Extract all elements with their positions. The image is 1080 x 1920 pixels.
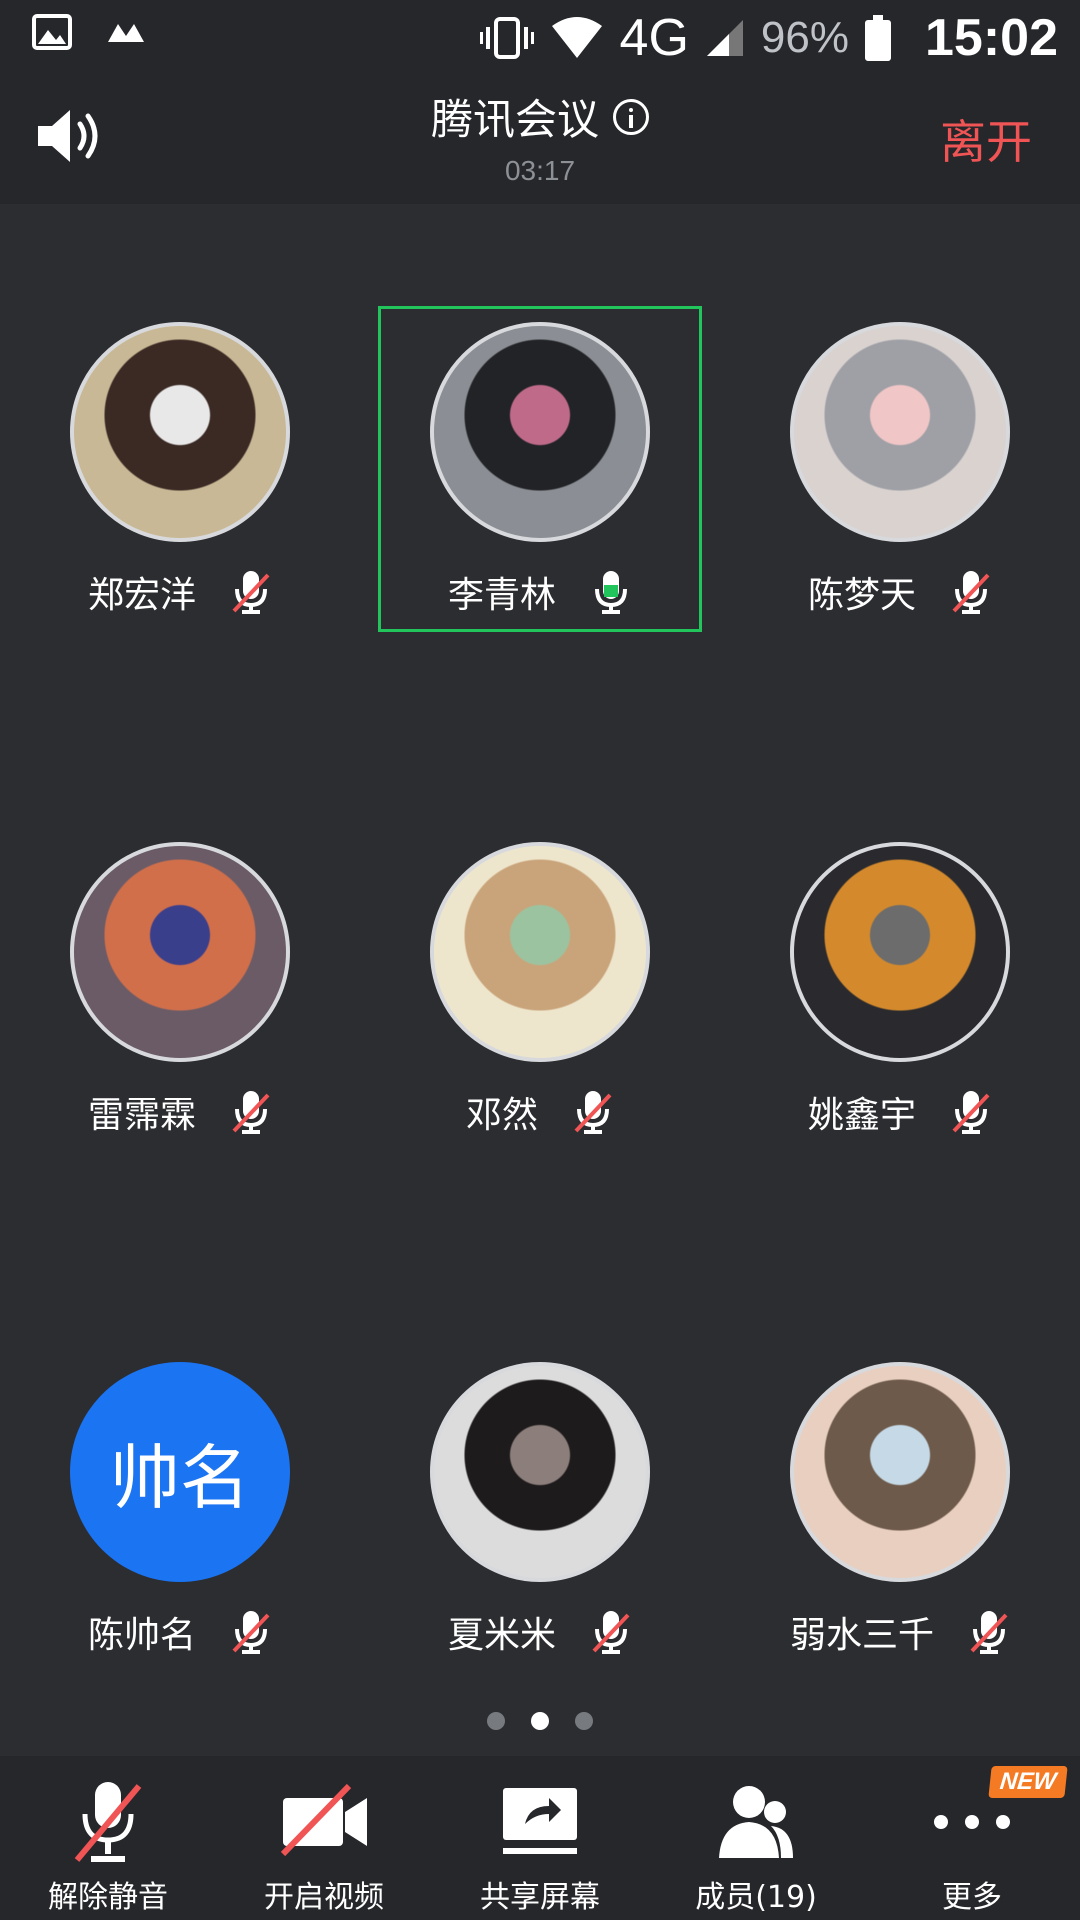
members-label: 成员(19)	[695, 1880, 817, 1915]
participant-tile[interactable]: 弱水三千	[740, 1344, 1060, 1664]
mic-muted-icon	[230, 1089, 272, 1135]
participant-name: 陈梦天	[807, 575, 916, 616]
participant-tile[interactable]: 郑宏洋	[20, 304, 340, 624]
initials-avatar: 帅名	[70, 1362, 290, 1582]
participant-name-row: 陈梦天	[740, 566, 1060, 618]
battery-icon	[865, 15, 891, 61]
page-dot[interactable]	[575, 1712, 593, 1730]
signal-wave-icon	[108, 24, 144, 42]
meeting-header: 腾讯会议 03:17 离开	[0, 76, 1080, 204]
image-icon	[32, 14, 72, 50]
avatar	[790, 1362, 1010, 1582]
info-icon[interactable]	[613, 98, 649, 135]
status-bar: 4G 96% 15:02	[0, 0, 1080, 76]
page-dot[interactable]	[487, 1712, 505, 1730]
participant-name-row: 郑宏洋	[20, 566, 340, 618]
participant-name: 姚鑫宇	[807, 1095, 916, 1136]
participant-name-row: 夏米米	[380, 1606, 700, 1658]
active-speaker-frame	[378, 306, 702, 632]
avatar	[430, 1362, 650, 1582]
participant-name-row: 雷霈霖	[20, 1086, 340, 1138]
participant-name: 郑宏洋	[87, 575, 196, 616]
start-video-button[interactable]: 开启视频	[216, 1756, 432, 1920]
meeting-duration: 03:17	[504, 155, 576, 186]
mic-muted-icon	[590, 1609, 632, 1655]
share-screen-button[interactable]: 共享屏幕	[432, 1756, 648, 1920]
mic-muted-icon	[950, 1089, 992, 1135]
mic-muted-icon	[572, 1089, 614, 1135]
participant-name-row: 邓然	[380, 1086, 700, 1138]
avatar	[430, 842, 650, 1062]
avatar	[790, 322, 1010, 542]
battery-percent: 96%	[760, 13, 849, 62]
clock: 15:02	[925, 9, 1058, 67]
video-off-icon	[280, 1783, 367, 1857]
leave-button[interactable]: 离开	[940, 106, 1032, 172]
meeting-title-text: 腾讯会议	[430, 95, 599, 144]
participant-name: 邓然	[465, 1095, 538, 1136]
share-screen-label: 共享屏幕	[480, 1880, 600, 1915]
mic-muted-icon	[950, 569, 992, 615]
members-icon	[719, 1786, 793, 1858]
avatar	[70, 322, 290, 542]
participant-tile[interactable]: 邓然	[380, 824, 700, 1144]
page-dot[interactable]	[531, 1712, 549, 1730]
network-type: 4G	[619, 9, 689, 67]
unmute-button[interactable]: 解除静音	[0, 1756, 216, 1920]
participant-tile[interactable]: 夏米米	[380, 1344, 700, 1664]
mic-muted-icon	[230, 569, 272, 615]
avatar	[790, 842, 1010, 1062]
bottom-toolbar: 解除静音 开启视频 共享屏幕 成员(19) NEW 更多	[0, 1756, 1080, 1920]
participant-name-row: 姚鑫宇	[740, 1086, 1060, 1138]
members-button[interactable]: 成员(19)	[648, 1756, 864, 1920]
participant-name-row: 陈帅名	[20, 1606, 340, 1658]
vibrate-icon	[479, 17, 534, 59]
participant-tile[interactable]: 陈梦天	[740, 304, 1060, 624]
cell-signal-icon	[706, 20, 743, 56]
participant-tile[interactable]: 雷霈霖	[20, 824, 340, 1144]
meeting-title[interactable]: 腾讯会议	[431, 86, 649, 147]
new-badge: NEW	[988, 1766, 1068, 1798]
more-label: 更多	[942, 1880, 1002, 1915]
mic-muted-icon	[968, 1609, 1010, 1655]
start-video-label: 开启视频	[264, 1880, 384, 1915]
mic-muted-icon	[230, 1609, 272, 1655]
participant-name: 陈帅名	[87, 1615, 196, 1656]
page-indicator	[0, 1712, 1080, 1730]
participant-name: 弱水三千	[789, 1615, 934, 1656]
wifi-icon	[551, 17, 602, 58]
participant-name: 雷霈霖	[87, 1095, 196, 1136]
more-button[interactable]: NEW 更多	[864, 1756, 1080, 1920]
share-screen-icon	[503, 1788, 577, 1854]
participant-tile[interactable]: 姚鑫宇	[740, 824, 1060, 1144]
avatar	[70, 842, 290, 1062]
unmute-label: 解除静音	[48, 1880, 168, 1915]
participant-name-row: 弱水三千	[740, 1606, 1060, 1658]
mic-muted-icon	[74, 1782, 142, 1862]
participant-tile[interactable]: 帅名陈帅名	[20, 1344, 340, 1664]
participant-name: 夏米米	[447, 1615, 556, 1656]
